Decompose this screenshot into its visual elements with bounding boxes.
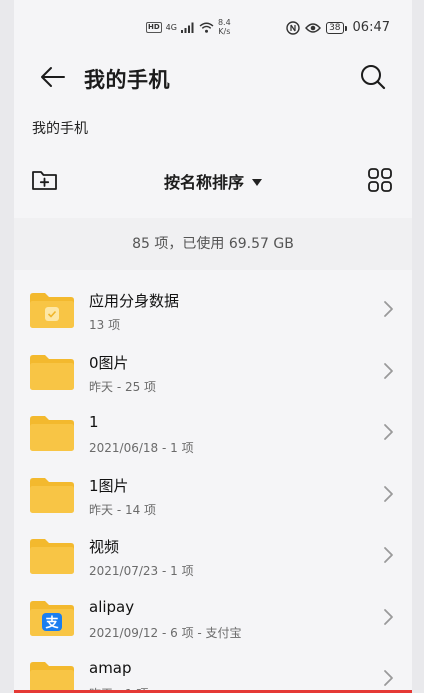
folder-icon bbox=[30, 477, 74, 513]
folder-meta: 昨天 - 14 项 bbox=[89, 502, 157, 517]
wifi-icon bbox=[199, 22, 214, 33]
arrow-left-icon bbox=[41, 67, 65, 87]
chevron-right-icon bbox=[384, 547, 393, 563]
folder-name: 0图片 bbox=[89, 353, 129, 372]
folder-icon bbox=[30, 539, 74, 574]
back-button[interactable] bbox=[36, 62, 70, 92]
folder-icon bbox=[30, 354, 74, 390]
status-right: 38 06:47 bbox=[286, 20, 390, 35]
folder-row[interactable]: 支 alipay 2021/09/12 - 6 项 - 支付宝 bbox=[14, 586, 412, 648]
phone-screen: HD 4G 8.4 K/s 38 06:47 我的手机 我的手机 按名称排序 8… bbox=[14, 0, 412, 693]
speed-value: 8.4 bbox=[217, 18, 231, 27]
search-icon bbox=[361, 65, 386, 90]
clock: 06:47 bbox=[352, 20, 390, 35]
folder-name: amap bbox=[89, 659, 132, 677]
folder-icon: 支 bbox=[30, 600, 74, 636]
grid-view-button[interactable] bbox=[366, 166, 394, 194]
folder-name: 应用分身数据 bbox=[89, 292, 180, 310]
chevron-right-icon bbox=[384, 670, 393, 686]
folder-row[interactable]: amap 昨天 - 1 项 bbox=[14, 647, 412, 693]
hd-badge: HD bbox=[146, 21, 162, 33]
chevron-right-icon bbox=[384, 424, 393, 440]
folder-meta: 2021/07/23 - 1 项 bbox=[89, 564, 194, 578]
sort-label: 按名称排序 bbox=[163, 173, 244, 192]
nfc-icon bbox=[286, 20, 300, 35]
speed-unit: K/s bbox=[218, 27, 231, 36]
folder-meta: 昨天 - 25 项 bbox=[89, 379, 157, 394]
app-header: 我的手机 bbox=[14, 52, 412, 104]
chevron-right-icon bbox=[384, 362, 393, 379]
folder-name: alipay bbox=[89, 597, 135, 616]
folder-meta: 2021/09/12 - 6 项 - 支付宝 bbox=[89, 625, 242, 640]
caret-down-icon bbox=[252, 179, 262, 186]
grid-view-icon bbox=[368, 168, 392, 192]
clone-badge-icon bbox=[45, 307, 59, 321]
eye-comfort-icon bbox=[305, 22, 322, 33]
folder-name: 视频 bbox=[89, 538, 120, 556]
network-label: 4G bbox=[165, 22, 177, 32]
folder-row[interactable]: 1 2021/06/18 - 1 项 bbox=[14, 401, 412, 463]
folder-meta: 2021/06/18 - 1 项 bbox=[89, 441, 194, 455]
folder-name: 1图片 bbox=[89, 476, 129, 495]
sort-dropdown[interactable]: 按名称排序 bbox=[14, 169, 412, 193]
alipay-badge-icon: 支 bbox=[42, 612, 62, 631]
page-title: 我的手机 bbox=[84, 68, 170, 92]
svg-text:支: 支 bbox=[44, 615, 59, 631]
folder-icon bbox=[30, 662, 74, 693]
chevron-right-icon bbox=[384, 485, 393, 502]
folder-row[interactable]: 1图片 昨天 - 14 项 bbox=[14, 463, 412, 525]
status-bar: HD 4G 8.4 K/s 38 06:47 bbox=[14, 0, 412, 52]
network-speed: 8.4 K/s bbox=[218, 18, 231, 36]
toolbar: 按名称排序 bbox=[14, 160, 412, 200]
battery-indicator: 38 bbox=[326, 21, 348, 34]
folder-row[interactable]: 视频 2021/07/23 - 1 项 bbox=[14, 524, 412, 586]
storage-summary-text: 85 项，已使用 69.57 GB bbox=[132, 236, 294, 252]
folder-name: 1 bbox=[89, 413, 99, 431]
storage-summary: 85 项，已使用 69.57 GB bbox=[14, 218, 412, 270]
signal-icon bbox=[180, 22, 194, 33]
folder-list: 应用分身数据 13 项 0图片 昨天 - 25 项 1 2021/06/18 -… bbox=[14, 278, 412, 693]
breadcrumb[interactable]: 我的手机 bbox=[32, 118, 88, 138]
status-left: HD 4G 8.4 K/s bbox=[146, 18, 231, 36]
folder-icon bbox=[30, 293, 74, 328]
chevron-right-icon bbox=[384, 608, 393, 625]
folder-icon bbox=[30, 416, 74, 451]
chevron-right-icon bbox=[384, 301, 393, 317]
folder-meta: 13 项 bbox=[89, 318, 121, 332]
search-button[interactable] bbox=[358, 62, 388, 92]
folder-row[interactable]: 应用分身数据 13 项 bbox=[14, 278, 412, 340]
folder-row[interactable]: 0图片 昨天 - 25 项 bbox=[14, 340, 412, 402]
